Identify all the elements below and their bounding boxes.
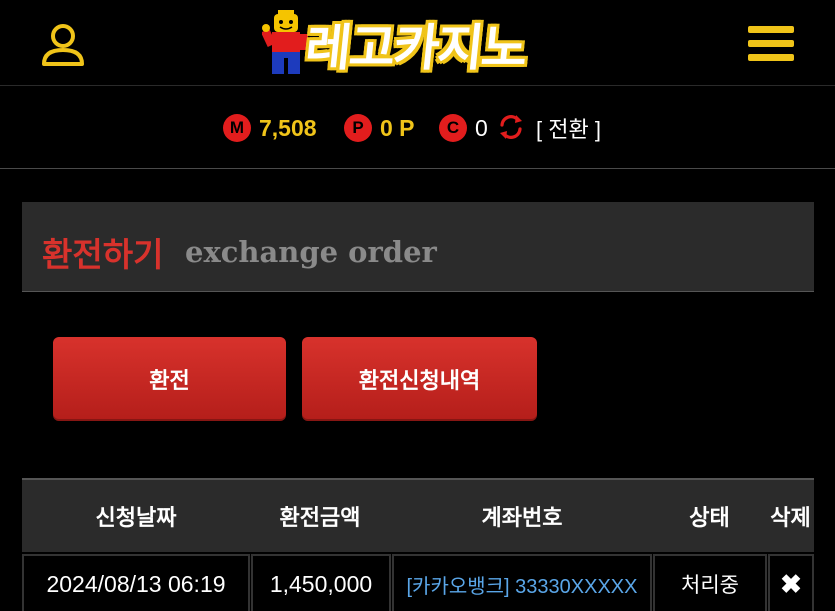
cell-status: 처리중 <box>653 554 767 611</box>
convert-link[interactable]: [ 전환 ] <box>536 112 601 144</box>
money-badge-icon: M <box>223 114 251 142</box>
coupon-balance: C 0 <box>439 113 488 143</box>
money-balance: M 7,508 <box>223 113 317 143</box>
exchange-table: 신청날짜 환전금액 계좌번호 상태 삭제 2024/08/13 06:19 1,… <box>22 478 814 611</box>
refresh-icon[interactable] <box>497 113 525 141</box>
hamburger-menu-icon[interactable] <box>748 26 794 66</box>
page-title-panel: 환전하기 exchange order <box>22 202 814 292</box>
header-amount: 환전금액 <box>279 506 361 531</box>
header-delete: 삭제 <box>770 506 811 531</box>
exchange-history-button[interactable]: 환전신청내역 <box>302 337 537 421</box>
header-status: 상태 <box>689 506 730 531</box>
point-badge-icon: P <box>344 114 372 142</box>
logo-text: 레고카지노 <box>302 19 529 77</box>
delete-icon[interactable]: ✖ <box>780 569 802 600</box>
cell-date: 2024/08/13 06:19 <box>22 554 250 611</box>
balance-bar: M 7,508 P 0 P C 0 <box>0 87 835 169</box>
cell-delete: ✖ <box>768 554 814 611</box>
point-value: 0 P <box>380 114 415 141</box>
header: 레고카지노 <box>0 0 835 86</box>
user-icon[interactable] <box>40 22 86 68</box>
table-row: 2024/08/13 06:19 1,450,000 [카카오뱅크] 33330… <box>22 554 814 611</box>
header-account: 계좌번호 <box>481 506 563 531</box>
point-balance: P 0 P <box>344 113 415 143</box>
cell-account[interactable]: [카카오뱅크] 33330XXXXX <box>392 554 652 611</box>
coupon-badge-icon: C <box>439 114 467 142</box>
exchange-button[interactable]: 환전 <box>53 337 286 421</box>
cell-amount: 1,450,000 <box>251 554 391 611</box>
table-header: 신청날짜 환전금액 계좌번호 상태 삭제 <box>22 480 814 552</box>
coupon-value: 0 <box>475 114 488 141</box>
header-date: 신청날짜 <box>95 506 177 531</box>
money-value: 7,508 <box>259 114 317 141</box>
page-subtitle: exchange order <box>185 235 437 269</box>
site-logo[interactable]: 레고카지노 <box>262 6 582 78</box>
page-title: 환전하기 <box>42 235 164 274</box>
